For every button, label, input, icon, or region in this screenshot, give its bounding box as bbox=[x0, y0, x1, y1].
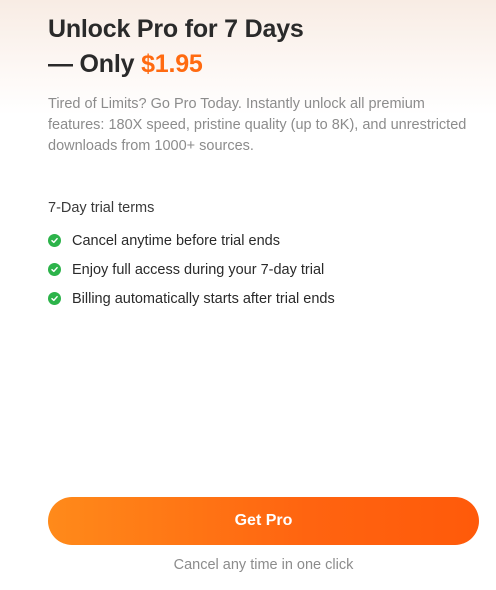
list-item: Cancel anytime before trial ends bbox=[48, 226, 335, 255]
list-item-label: Billing automatically starts after trial… bbox=[72, 290, 335, 307]
trial-terms-heading: 7-Day trial terms bbox=[48, 200, 155, 216]
page-title: Unlock Pro for 7 Days — Only $1.95 bbox=[48, 12, 468, 82]
description: Tired of Limits? Go Pro Today. Instantly… bbox=[48, 96, 467, 154]
title-prefix: — Only bbox=[48, 50, 142, 78]
title-line-1: Unlock Pro for 7 Days bbox=[48, 15, 304, 43]
trial-terms-list: Cancel anytime before trial ends Enjoy f… bbox=[48, 226, 335, 313]
list-item-label: Cancel anytime before trial ends bbox=[72, 232, 280, 249]
list-item: Enjoy full access during your 7-day tria… bbox=[48, 255, 335, 284]
upgrade-panel: Unlock Pro for 7 Days — Only $1.95 Tired… bbox=[0, 0, 496, 590]
title-line-2: — Only $1.95 bbox=[48, 47, 468, 82]
price-text: $1.95 bbox=[141, 50, 203, 78]
list-item-label: Enjoy full access during your 7-day tria… bbox=[72, 261, 325, 278]
cancel-note: Cancel any time in one click bbox=[173, 557, 354, 573]
get-pro-button[interactable]: Get Pro bbox=[48, 497, 479, 545]
list-item: Billing automatically starts after trial… bbox=[48, 284, 335, 313]
check-circle-icon bbox=[48, 234, 61, 247]
check-circle-icon bbox=[48, 292, 61, 305]
check-circle-icon bbox=[48, 263, 61, 276]
